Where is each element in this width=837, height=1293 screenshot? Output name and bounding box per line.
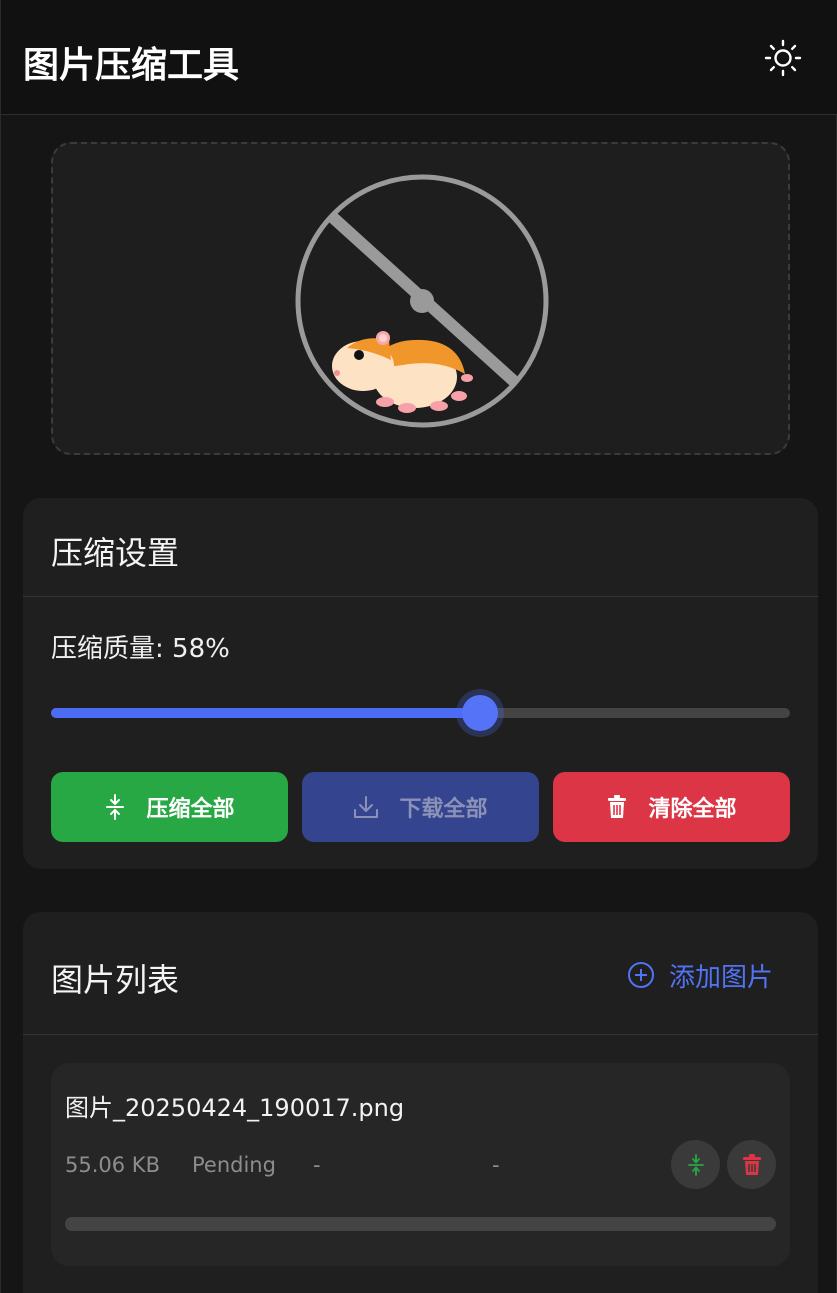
compress-all-label: 压缩全部 bbox=[146, 797, 235, 822]
trash-icon bbox=[742, 1153, 761, 1175]
download-all-label: 下载全部 bbox=[399, 797, 488, 822]
plus-circle-icon bbox=[628, 962, 654, 988]
delete-item-button[interactable] bbox=[727, 1140, 776, 1189]
trash-icon bbox=[608, 795, 627, 818]
image-dropzone[interactable] bbox=[51, 142, 790, 455]
header: 图片压缩工具 bbox=[1, 0, 837, 115]
compress-item-button[interactable] bbox=[671, 1140, 720, 1189]
compress-icon bbox=[106, 794, 125, 820]
compress-all-button[interactable]: 压缩全部 bbox=[51, 772, 288, 842]
app-title: 图片压缩工具 bbox=[23, 45, 240, 86]
divider bbox=[23, 596, 818, 597]
app-window: 图片压缩工具 压缩设置 压缩质量: 58% 压缩全部 下载全部 清除全部 图片列… bbox=[0, 0, 837, 1293]
clear-all-button[interactable]: 清除全部 bbox=[553, 772, 790, 842]
compression-ratio: - bbox=[492, 1153, 500, 1177]
compression-settings-card: 压缩设置 压缩质量: 58% 压缩全部 下载全部 清除全部 bbox=[23, 498, 818, 869]
sun-icon bbox=[764, 39, 802, 77]
file-name: 图片_20250424_190017.png bbox=[65, 1094, 405, 1122]
status-text: Pending bbox=[192, 1153, 276, 1177]
theme-toggle-button[interactable] bbox=[761, 36, 805, 80]
compressed-size: - bbox=[313, 1153, 321, 1177]
divider bbox=[23, 1034, 818, 1035]
compress-icon bbox=[687, 1153, 704, 1176]
file-size: 55.06 KB bbox=[65, 1153, 160, 1177]
clear-all-label: 清除全部 bbox=[648, 797, 737, 822]
download-all-button[interactable]: 下载全部 bbox=[302, 772, 539, 842]
image-list-title: 图片列表 bbox=[51, 961, 180, 999]
slider-thumb[interactable] bbox=[462, 695, 498, 731]
progress-bar bbox=[65, 1217, 776, 1231]
download-icon bbox=[354, 796, 379, 818]
quality-label: 压缩质量: 58% bbox=[51, 634, 230, 664]
hamster-wheel-illustration bbox=[295, 174, 549, 428]
add-image-label: 添加图片 bbox=[669, 962, 774, 993]
settings-title: 压缩设置 bbox=[51, 534, 180, 572]
list-item: 图片_20250424_190017.png 55.06 KB Pending … bbox=[51, 1063, 790, 1266]
add-image-button[interactable]: 添加图片 bbox=[627, 956, 773, 994]
quality-slider[interactable] bbox=[51, 688, 790, 738]
slider-fill bbox=[51, 708, 480, 718]
image-list-card: 图片列表 添加图片 图片_20250424_190017.png 55.06 K… bbox=[23, 912, 818, 1293]
